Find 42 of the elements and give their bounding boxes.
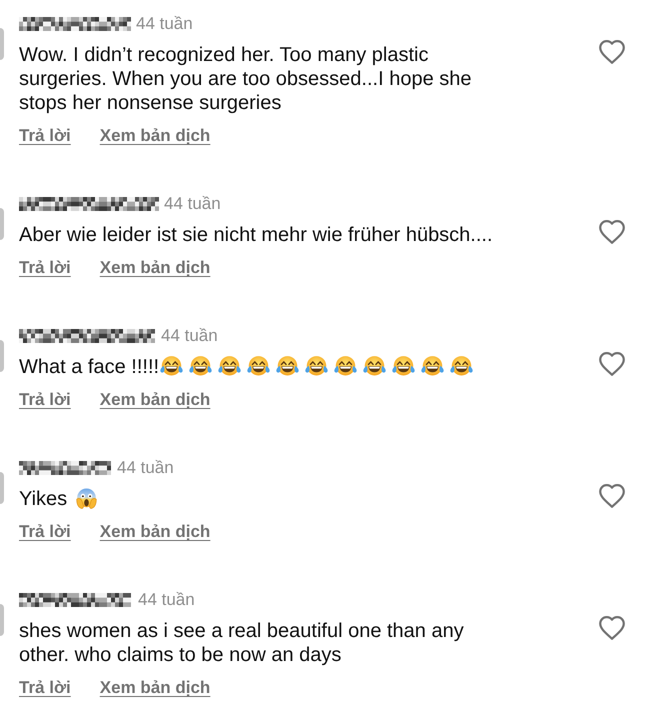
avatar-photo (0, 472, 4, 504)
reply-link[interactable]: Trả lời (19, 678, 71, 698)
laughing-face-icon (362, 356, 388, 377)
reply-link[interactable]: Trả lời (19, 522, 71, 542)
see-translation-link[interactable]: Xem bản dịch (100, 126, 210, 146)
laughing-face-icon (333, 356, 358, 377)
avatar-photo (0, 28, 4, 60)
heart-icon[interactable] (599, 616, 625, 640)
laughing-face-icon (159, 356, 184, 377)
comment-time: 44 tuần (117, 458, 174, 478)
see-translation-link[interactable]: Xem bản dịch (100, 522, 210, 542)
see-translation-link[interactable]: Xem bản dịch (100, 258, 210, 278)
comment-text: Yikes (19, 488, 68, 510)
avatar-photo (0, 208, 4, 240)
screaming-face-icon (74, 488, 100, 509)
laughing-face-icon (449, 356, 474, 377)
comment-time: 44 tuần (164, 194, 221, 214)
avatar-photo (0, 340, 4, 372)
see-translation-link[interactable]: Xem bản dịch (100, 678, 210, 698)
comment-text: shes women as i see a real beautiful one than any other. who claims to be now an days (19, 619, 465, 667)
comment-time: 44 tuần (138, 590, 195, 610)
reply-link[interactable]: Trả lời (19, 390, 71, 410)
comment-text: What a face !!!!! (19, 356, 160, 378)
reply-link[interactable]: Trả lời (19, 126, 71, 146)
laughing-face-icon (275, 356, 300, 377)
laughing-face-icon (246, 356, 272, 377)
laughing-face-icon (188, 356, 214, 377)
heart-icon[interactable] (599, 40, 625, 64)
comment-text: Aber wie leider ist sie nicht mehr wie früher hübsch.... (19, 223, 494, 247)
reply-link[interactable]: Trả lời (19, 258, 71, 278)
heart-icon[interactable] (599, 352, 625, 376)
laughing-face-icon (420, 356, 446, 377)
comment-time: 44 tuần (136, 14, 193, 34)
laughing-face-icon (304, 356, 330, 377)
comment-time: 44 tuần (161, 326, 218, 346)
comment-text: Wow. I didn’t recognized her. Too many plastic surgeries. When you are too obsessed...I hope she stops her nonsense surgeries (19, 43, 472, 115)
heart-icon[interactable] (599, 220, 625, 244)
laughing-face-icon (217, 356, 242, 377)
avatar-photo (0, 604, 4, 636)
heart-icon[interactable] (599, 484, 625, 508)
see-translation-link[interactable]: Xem bản dịch (100, 390, 210, 410)
laughing-face-icon (391, 356, 416, 377)
